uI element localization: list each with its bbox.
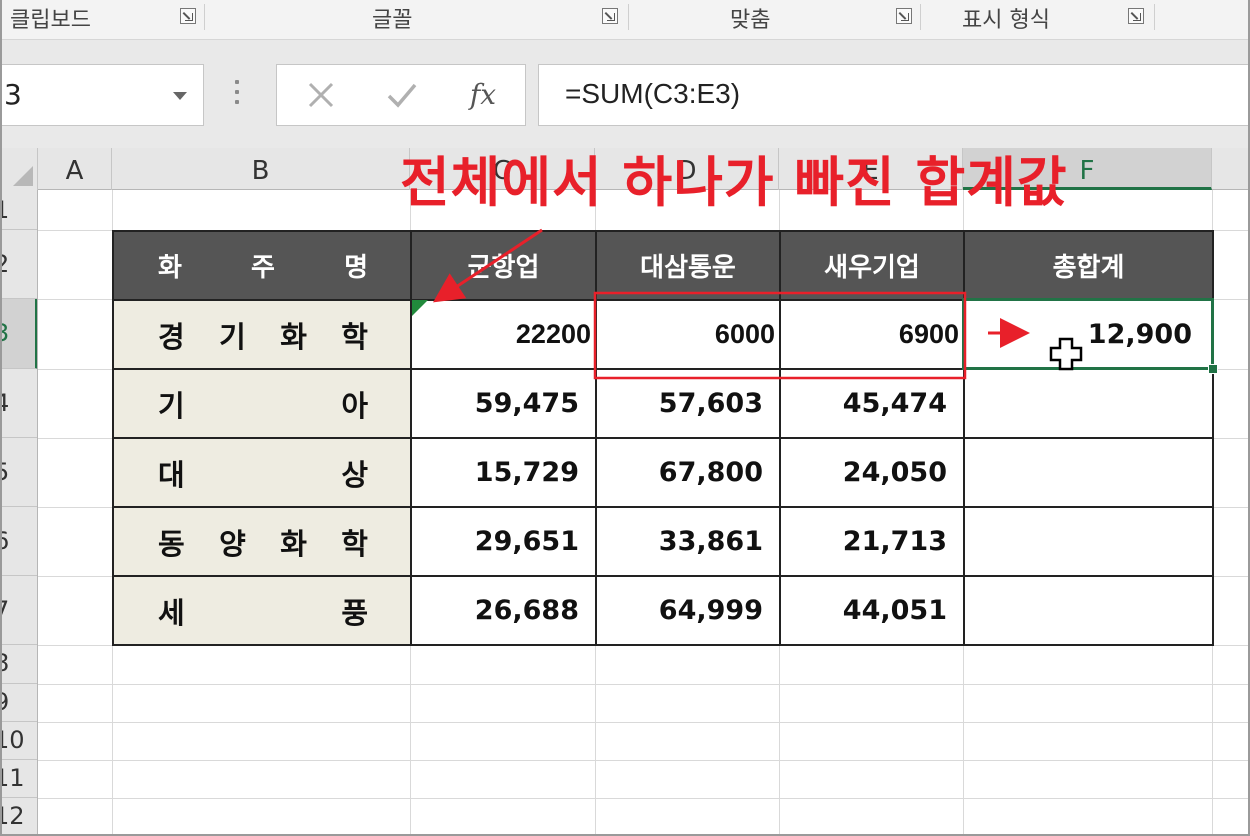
ribbon-separator [920, 4, 921, 30]
gridline [38, 760, 1248, 761]
row-header-8[interactable]: 8 [2, 645, 37, 684]
row-header-12[interactable]: 12 [2, 798, 37, 834]
value-cell[interactable]: 45,474 [779, 368, 965, 439]
formula-bar-grip-icon[interactable] [234, 80, 240, 110]
total-cell[interactable] [963, 368, 1214, 439]
header-col-d[interactable]: 대삼통운 [595, 230, 781, 301]
company-name-cell[interactable]: 대 상 [112, 437, 412, 508]
company-name-cell[interactable]: 기 아 [112, 368, 412, 439]
value-cell[interactable]: 24,050 [779, 437, 965, 508]
total-cell[interactable] [963, 506, 1214, 577]
data-table: 화 주 명 군항업 대삼통운 새우기업 총합계 경 기 화 학 22200 60… [112, 230, 1214, 646]
enter-check-icon[interactable] [382, 75, 422, 115]
formula-text: =SUM(C3:E3) [565, 78, 741, 109]
ribbon-group-number-format-label: 표시 형식 [962, 8, 1050, 33]
alignment-dialog-launcher-icon[interactable] [896, 8, 912, 24]
company-name-cell[interactable]: 동 양 화 학 [112, 506, 412, 577]
ribbon-separator [204, 4, 205, 30]
company-name-cell[interactable]: 세 풍 [112, 575, 412, 646]
column-header-g[interactable] [1212, 148, 1248, 190]
total-cell[interactable] [963, 575, 1214, 646]
cancel-icon[interactable] [301, 75, 341, 115]
value-cell[interactable]: 21,713 [779, 506, 965, 577]
header-total[interactable]: 총합계 [963, 230, 1214, 301]
ribbon-group-alignment-label: 맞춤 [730, 8, 771, 33]
row-header-3[interactable]: 3 [2, 299, 37, 369]
insert-function-button[interactable]: fx [463, 75, 503, 115]
company-name-cell[interactable]: 경 기 화 학 [112, 299, 412, 370]
clipboard-dialog-launcher-icon[interactable] [180, 8, 196, 24]
header-company-name[interactable]: 화 주 명 [112, 230, 412, 301]
header-col-c[interactable]: 군항업 [410, 230, 597, 301]
row-header-9[interactable]: 9 [2, 684, 37, 722]
excel-window: 클립보드 글꼴 맞춤 표시 형식 3 fx =SUM(C3:E3) A B C … [0, 0, 1250, 836]
total-cell[interactable] [963, 437, 1214, 508]
row-header-1[interactable]: 1 [2, 190, 37, 230]
font-dialog-launcher-icon[interactable] [602, 8, 618, 24]
row-header-10[interactable]: 10 [2, 722, 37, 760]
row-header-5[interactable]: 5 [2, 438, 37, 507]
formula-input[interactable]: =SUM(C3:E3) [538, 64, 1248, 126]
value-cell[interactable]: 57,603 [595, 368, 781, 439]
column-header-a[interactable]: A [38, 148, 112, 190]
ribbon-group-font-label: 글꼴 [372, 8, 413, 33]
table-row: 대 상 15,729 67,800 24,050 [112, 437, 1214, 508]
name-box-value: 3 [4, 78, 22, 111]
table-row: 동 양 화 학 29,651 33,861 21,713 [112, 506, 1214, 577]
row-header-4[interactable]: 4 [2, 369, 37, 438]
fill-handle[interactable] [1208, 364, 1218, 374]
gridline [38, 722, 1248, 723]
name-box-dropdown-icon[interactable] [173, 92, 187, 100]
active-cell-border [962, 298, 1214, 370]
ribbon-group-clipboard-label: 클립보드 [10, 8, 91, 33]
formula-bar-buttons: fx [276, 64, 526, 126]
annotation-title: 전체에서 하나가 빠진 합계값 [400, 151, 1068, 214]
row-header-2[interactable]: 2 [2, 230, 37, 299]
value-cell[interactable]: 22200 [410, 299, 597, 370]
value-cell[interactable]: 33,861 [595, 506, 781, 577]
value-cell[interactable]: 29,651 [410, 506, 597, 577]
value-cell[interactable]: 59,475 [410, 368, 597, 439]
row-header-11[interactable]: 11 [2, 760, 37, 798]
gridline [38, 684, 1248, 685]
gridline [38, 798, 1248, 799]
error-indicator-icon [412, 300, 428, 316]
table-row: 세 풍 26,688 64,999 44,051 [112, 575, 1214, 646]
formula-bar-row: 3 fx =SUM(C3:E3) [2, 40, 1248, 148]
number-format-dialog-launcher-icon[interactable] [1128, 8, 1144, 24]
row-headers: 1 2 3 4 5 6 7 8 9 10 11 12 [2, 190, 38, 834]
table-header-row: 화 주 명 군항업 대삼통운 새우기업 총합계 [112, 230, 1214, 301]
value-cell[interactable]: 44,051 [779, 575, 965, 646]
select-all-corner[interactable] [2, 148, 38, 190]
table-row: 기 아 59,475 57,603 45,474 [112, 368, 1214, 439]
header-col-e[interactable]: 새우기업 [779, 230, 965, 301]
row-header-6[interactable]: 6 [2, 507, 37, 576]
column-header-b[interactable]: B [112, 148, 410, 190]
row-header-7[interactable]: 7 [2, 576, 37, 645]
value-cell[interactable]: 67,800 [595, 437, 781, 508]
value-cell[interactable]: 15,729 [410, 437, 597, 508]
ribbon-separator [1154, 4, 1155, 30]
value-cell[interactable]: 6000 [595, 299, 781, 370]
cell-select-cursor-icon [1048, 336, 1084, 372]
ribbon-separator [628, 4, 629, 30]
value-cell[interactable]: 6900 [779, 299, 965, 370]
value-cell[interactable]: 26,688 [410, 575, 597, 646]
name-box[interactable]: 3 [2, 64, 204, 126]
value-cell[interactable]: 64,999 [595, 575, 781, 646]
ribbon-group-bar: 클립보드 글꼴 맞춤 표시 형식 [2, 0, 1248, 40]
